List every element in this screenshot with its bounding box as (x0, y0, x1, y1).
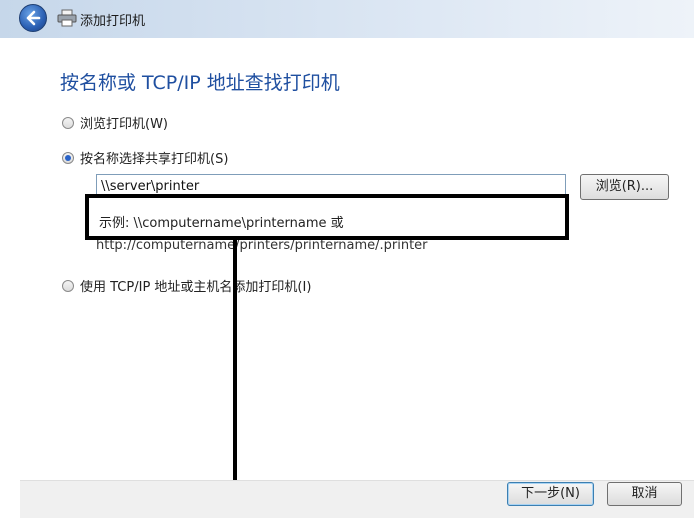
next-button[interactable]: 下一步(N) (507, 482, 594, 506)
radio-add-by-tcpip[interactable]: 使用 TCP/IP 地址或主机名添加打印机(I) (62, 276, 311, 295)
title-bar: 添加打印机 (0, 0, 694, 38)
radio-button[interactable] (62, 116, 74, 129)
browse-button[interactable]: 浏览(R)... (580, 174, 669, 200)
example-text-line1: 示例: \\computername\printername 或 (99, 216, 344, 231)
cancel-button[interactable]: 取消 (607, 482, 682, 506)
radio-label: 使用 TCP/IP 地址或主机名添加打印机(I) (80, 280, 312, 295)
radio-label: 浏览打印机(W) (80, 117, 168, 132)
radio-button-selected[interactable] (62, 151, 74, 164)
example-text-line2: http://computername/printers/printername… (96, 238, 428, 253)
radio-select-shared-printer[interactable]: 按名称选择共享打印机(S) (62, 148, 228, 167)
wizard-content (20, 38, 694, 480)
printer-icon (57, 9, 77, 27)
radio-button[interactable] (62, 279, 74, 292)
back-button[interactable] (19, 4, 47, 32)
radio-browse-printers[interactable]: 浏览打印机(W) (62, 113, 168, 132)
radio-label: 按名称选择共享打印机(S) (80, 152, 229, 167)
page-heading: 按名称或 TCP/IP 地址查找打印机 (60, 72, 340, 94)
example-callout-box: 示例: \\computername\printername 或 (85, 194, 569, 240)
back-arrow-icon (26, 10, 41, 26)
callout-pointer-line (233, 240, 237, 518)
window-title: 添加打印机 (80, 14, 146, 29)
